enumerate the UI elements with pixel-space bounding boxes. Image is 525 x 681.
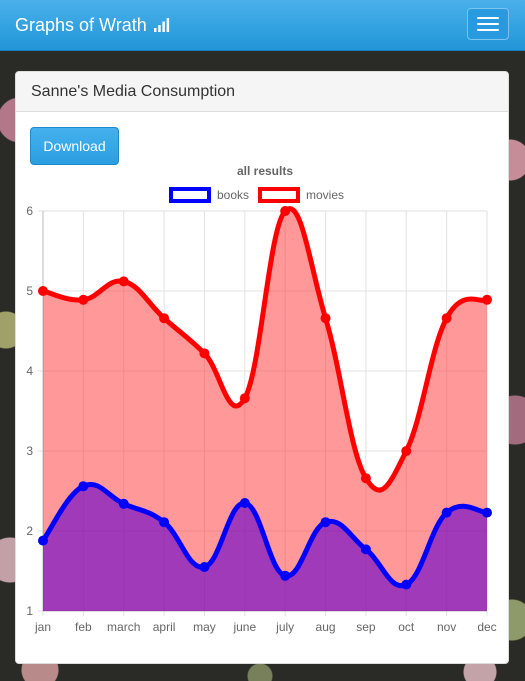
data-point-movies bbox=[118, 276, 129, 287]
navbar: Graphs of Wrath bbox=[0, 0, 525, 51]
data-point-books bbox=[360, 544, 371, 555]
y-tick-label: 1 bbox=[26, 604, 33, 618]
x-tick-label: june bbox=[232, 620, 256, 634]
data-point-books bbox=[118, 498, 129, 509]
x-tick-label: feb bbox=[75, 620, 92, 634]
x-tick-label: nov bbox=[437, 620, 456, 634]
x-tick-label: april bbox=[153, 620, 176, 634]
data-point-books bbox=[239, 498, 250, 508]
x-tick-label: oct bbox=[398, 620, 415, 634]
data-point-movies bbox=[199, 348, 210, 359]
brand-title: Graphs of Wrath bbox=[15, 15, 147, 35]
x-tick-label: may bbox=[193, 620, 216, 634]
hamburger-menu-button[interactable] bbox=[467, 8, 509, 40]
data-point-books bbox=[78, 481, 89, 492]
download-button[interactable]: Download bbox=[30, 127, 119, 165]
data-point-movies bbox=[360, 473, 371, 484]
data-point-movies bbox=[441, 313, 452, 324]
x-tick-label: aug bbox=[316, 620, 336, 634]
data-point-movies bbox=[38, 286, 48, 296]
data-point-books bbox=[401, 579, 412, 590]
legend-label-books: books bbox=[217, 188, 249, 202]
data-point-movies bbox=[401, 446, 412, 456]
data-point-books bbox=[320, 517, 331, 528]
chart-panel: Sanne's Media Consumption 1 2 3 4 5 6 jan feb ma… bbox=[15, 71, 509, 664]
x-tick-label: march bbox=[107, 620, 140, 634]
x-tick-label: july bbox=[275, 620, 294, 634]
data-point-books bbox=[199, 562, 210, 572]
data-point-books bbox=[280, 570, 291, 581]
y-tick-label: 5 bbox=[26, 284, 33, 298]
x-tick-label: sep bbox=[356, 620, 376, 634]
y-tick-label: 2 bbox=[26, 524, 33, 538]
legend-swatch-books bbox=[169, 187, 211, 203]
data-point-movies bbox=[280, 206, 291, 216]
data-point-movies bbox=[482, 294, 492, 305]
data-point-movies bbox=[320, 313, 331, 324]
signal-bars-icon bbox=[153, 18, 169, 32]
data-point-books bbox=[441, 507, 452, 518]
legend-swatch-movies bbox=[258, 187, 300, 203]
data-point-books bbox=[159, 517, 170, 528]
data-point-movies bbox=[159, 313, 170, 324]
y-tick-label: 4 bbox=[26, 364, 33, 378]
data-point-books bbox=[38, 535, 48, 546]
x-tick-label: dec bbox=[477, 620, 496, 634]
data-point-movies bbox=[239, 393, 250, 404]
data-point-movies bbox=[78, 294, 89, 305]
y-tick-label: 3 bbox=[26, 444, 33, 458]
data-point-books bbox=[482, 507, 492, 518]
chart-title: all results bbox=[237, 164, 293, 178]
brand-link[interactable]: Graphs of Wrath bbox=[15, 0, 170, 50]
hamburger-menu-icon bbox=[477, 17, 499, 19]
x-tick-label: jan bbox=[34, 620, 51, 634]
legend-label-movies: movies bbox=[306, 188, 344, 202]
y-tick-label: 6 bbox=[26, 204, 33, 218]
